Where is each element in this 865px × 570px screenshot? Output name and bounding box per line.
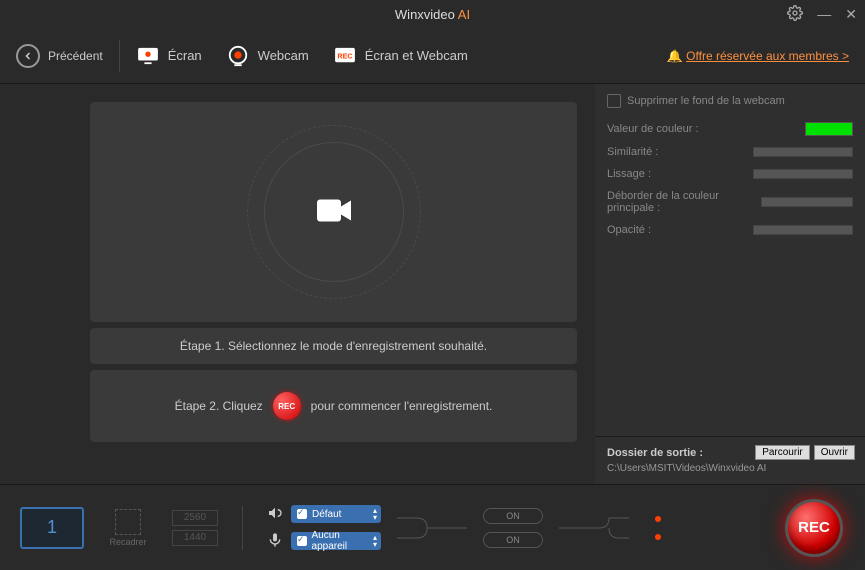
back-label: Précédent — [48, 49, 103, 63]
monitor-thumb[interactable]: 1 — [20, 507, 84, 549]
similarity-label: Similarité : — [607, 146, 658, 158]
dim-width[interactable]: 2560 — [172, 510, 218, 526]
output-path: C:\Users\MSIT\Videos\Winxvideo AI — [607, 463, 853, 474]
color-swatch[interactable] — [805, 122, 853, 136]
system-audio-toggle[interactable]: ON — [483, 508, 543, 524]
system-audio-dropdown[interactable]: Défaut ▴▾ — [291, 505, 381, 523]
step-2-hint: Étape 2. Cliquez REC pour commencer l'en… — [90, 370, 577, 442]
step-2-text-b: pour commencer l'enregistrement. — [311, 399, 493, 413]
mode-webcam-label: Webcam — [258, 48, 309, 63]
back-arrow-icon — [16, 44, 40, 68]
mode-both-label: Écran et Webcam — [365, 48, 468, 63]
mic-icon[interactable] — [267, 532, 283, 551]
webcam-bg-panel: Supprimer le fond de la webcam Valeur de… — [595, 84, 865, 484]
step-2-text-a: Étape 2. Cliquez — [175, 399, 263, 413]
mode-screen-label: Écran — [168, 48, 202, 63]
screen-webcam-icon: REC — [333, 44, 357, 68]
indicator-dot — [655, 534, 661, 540]
screen-icon — [136, 44, 160, 68]
step-1-text: Étape 1. Sélectionnez le mode d'enregist… — [180, 339, 487, 353]
divider — [242, 506, 243, 550]
app-title: Winxvideo AI — [395, 7, 470, 22]
remove-bg-checkbox[interactable] — [607, 94, 621, 108]
browse-button[interactable]: Parcourir — [755, 445, 810, 460]
dim-height[interactable]: 1440 — [172, 530, 218, 546]
app-title-prefix: Winxvideo — [395, 7, 455, 22]
connector — [397, 509, 467, 547]
mode-both[interactable]: REC Écran et Webcam — [333, 44, 468, 68]
preview-canvas — [90, 102, 577, 322]
mic-value: Aucun appareil — [312, 530, 375, 552]
record-label: REC — [798, 519, 830, 536]
minimize-icon[interactable]: — — [817, 6, 831, 22]
crop-button[interactable]: Recadrer — [100, 507, 156, 549]
step-1-hint: Étape 1. Sélectionnez le mode d'enregist… — [90, 328, 577, 364]
mode-webcam[interactable]: Webcam — [226, 44, 309, 68]
app-title-suffix: AI — [458, 7, 470, 22]
system-audio-value: Défaut — [312, 509, 341, 520]
bottom-bar: 1 Recadrer 2560 1440 Défaut ▴▾ Aucun app… — [0, 484, 865, 570]
smoothing-slider[interactable] — [753, 169, 853, 179]
divider — [119, 40, 120, 72]
member-offer-link[interactable]: 🔔 Offre réservée aux membres > — [667, 49, 849, 63]
remove-bg-label: Supprimer le fond de la webcam — [627, 95, 785, 107]
crop-icon — [115, 509, 141, 535]
close-icon[interactable]: ✕ — [845, 6, 857, 23]
record-button[interactable]: REC — [785, 499, 843, 557]
connector — [559, 509, 629, 547]
similarity-slider[interactable] — [753, 147, 853, 157]
opacity-slider[interactable] — [753, 225, 853, 235]
mic-toggle[interactable]: ON — [483, 532, 543, 548]
opacity-label: Opacité : — [607, 224, 651, 236]
monitor-number: 1 — [47, 517, 57, 538]
member-offer-label: Offre réservée aux membres > — [686, 49, 849, 63]
mic-dropdown[interactable]: Aucun appareil ▴▾ — [291, 532, 381, 550]
open-button[interactable]: Ouvrir — [814, 445, 855, 460]
bell-icon: 🔔 — [667, 49, 682, 63]
overflow-label: Déborder de la couleur principale : — [607, 190, 761, 214]
webcam-icon — [226, 44, 250, 68]
mode-screen[interactable]: Écran — [136, 44, 202, 68]
overflow-slider[interactable] — [761, 197, 853, 207]
indicator-dot — [655, 516, 661, 522]
output-panel: Dossier de sortie : C:\Users\MSIT\Videos… — [595, 436, 865, 484]
rec-small-icon: REC — [273, 392, 301, 420]
smoothing-label: Lissage : — [607, 168, 651, 180]
titlebar: Winxvideo AI — ✕ — [0, 0, 865, 28]
color-value-label: Valeur de couleur : — [607, 123, 699, 135]
svg-text:REC: REC — [337, 51, 352, 60]
toolbar: Précédent Écran Webcam REC Écran et Webc… — [0, 28, 865, 84]
speaker-icon[interactable] — [267, 505, 283, 524]
settings-icon[interactable] — [787, 5, 803, 24]
back-button[interactable]: Précédent — [16, 44, 103, 68]
crop-label: Recadrer — [109, 537, 146, 547]
camera-icon — [317, 198, 351, 227]
